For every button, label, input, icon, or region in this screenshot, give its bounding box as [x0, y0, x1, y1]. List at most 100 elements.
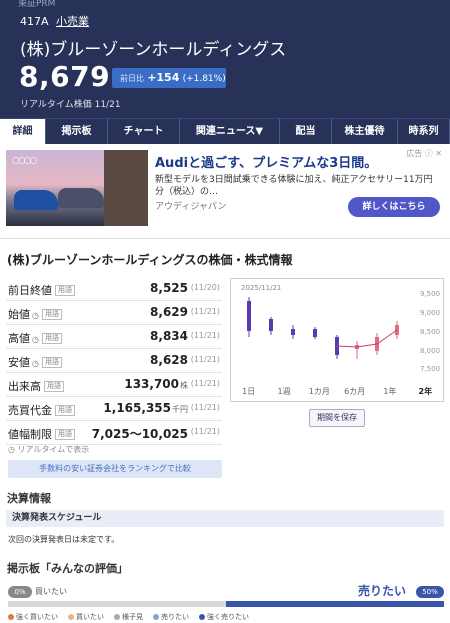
stat-date: (11/21): [190, 331, 220, 340]
stat-label: 高値 ◷ 用語: [8, 330, 62, 346]
legend-item: 売りたい: [153, 612, 189, 622]
price-chart[interactable]: 2025/11/21 9,500 9,000 8,500 8,000 7,500…: [230, 278, 444, 402]
stat-value: 8,525: [150, 281, 188, 295]
stat-date: (11/21): [190, 403, 220, 412]
tab-history[interactable]: 時系列: [398, 119, 450, 144]
change-percent: (+1.81%): [182, 74, 226, 84]
glossary-link[interactable]: 用語: [55, 285, 75, 296]
ad-cta-button[interactable]: 詳しくはこちら: [348, 197, 440, 217]
candle-body: [291, 329, 295, 335]
legend-dot-icon: [68, 614, 74, 620]
save-period-button[interactable]: 期間を保存: [309, 409, 365, 427]
realtime-date: 11/21: [94, 100, 121, 110]
period-1d[interactable]: 1日: [231, 383, 266, 401]
tab-yutai[interactable]: 株主優待: [332, 119, 398, 144]
y-tick-label: 8,500: [420, 328, 441, 336]
sell-percent-badge: 50%: [416, 586, 444, 598]
tab-chart[interactable]: チャート: [108, 119, 180, 144]
tab-detail[interactable]: 詳細: [0, 119, 46, 144]
clock-icon: ◷: [32, 335, 39, 344]
car-image: [58, 188, 104, 208]
y-tick-label: 7,500: [420, 365, 441, 373]
legend-item: 強く買いたい: [8, 612, 58, 622]
legend-item: 様子見: [114, 612, 143, 622]
tab-board[interactable]: 掲示板: [46, 119, 108, 144]
y-tick-label: 9,000: [420, 309, 441, 317]
stat-row: 始値 ◷ 用語 8,629 (11/21): [6, 301, 222, 325]
broker-ranking-button[interactable]: 手数料の安い証券会社をランキングで比較: [8, 460, 222, 478]
glossary-link[interactable]: 用語: [55, 429, 75, 440]
glossary-link[interactable]: 用語: [44, 381, 64, 392]
legend-dot-icon: [8, 614, 14, 620]
stat-row: 出来高 用語 133,700株 (11/21): [6, 373, 222, 397]
glossary-link[interactable]: 用語: [41, 333, 62, 344]
stat-row: 値幅制限 用語 7,025〜10,025 (11/21): [6, 421, 222, 445]
tab-dividend[interactable]: 配当: [280, 119, 332, 144]
stat-row: 安値 ◷ 用語 8,628 (11/21): [6, 349, 222, 373]
candle-body: [313, 329, 317, 337]
legend-dot-icon: [153, 614, 159, 620]
period-1m[interactable]: 1カ月: [302, 383, 337, 401]
clock-icon: ◷: [32, 311, 39, 320]
stat-value: 8,629: [150, 305, 188, 319]
stat-label: 値幅制限 用語: [8, 426, 75, 442]
stat-row: 高値 ◷ 用語 8,834 (11/21): [6, 325, 222, 349]
period-6m[interactable]: 6カ月: [337, 383, 372, 401]
ad-banner[interactable]: ○○○○ Audiと過ごす、プレミアムな3日間。 新型モデルを3日間試乗できる体…: [0, 144, 450, 239]
schedule-header: 決算発表スケジュール: [6, 510, 444, 527]
stat-date: (11/20): [190, 283, 220, 292]
stat-label: 出来高 用語: [8, 378, 64, 394]
code-row: 417A 小売業: [20, 13, 89, 29]
realtime-note: ◷ リアルタイムで表示: [8, 445, 90, 454]
change-badge: 前日比 +154 (+1.81%): [112, 68, 226, 88]
period-1y[interactable]: 1年: [372, 383, 407, 401]
section-title: (株)ブルーゾーンホールディングスの株価・株式情報: [7, 253, 293, 267]
stock-code: 417A: [20, 15, 49, 28]
change-label: 前日比: [120, 74, 144, 83]
ad-close-icon[interactable]: 広告 ⓘ ✕: [406, 148, 442, 159]
stat-label: 始値 ◷ 用語: [8, 306, 62, 322]
market-label: 東証PRM: [18, 0, 56, 8]
period-2y[interactable]: 2年: [408, 383, 443, 401]
stat-date: (11/21): [190, 355, 220, 364]
sentiment-legend: 強く買いたい 買いたい 様子見 売りたい 強く売りたい: [8, 612, 249, 622]
realtime-row: リアルタイム株価 11/21: [20, 97, 121, 110]
clock-icon: ◷: [8, 445, 18, 454]
stat-row: 売買代金 用語 1,165,355千円 (11/21): [6, 397, 222, 421]
glossary-link[interactable]: 用語: [41, 357, 62, 368]
board-title: 掲示板「みんなの評価」: [7, 562, 128, 575]
ad-description: 新型モデルを3日間試乗できる体験に加え、純正アクセサリー11万円分（税込）の…: [155, 175, 433, 197]
realtime-label: リアルタイム株価: [20, 100, 92, 110]
legend-dot-icon: [114, 614, 120, 620]
ad-title[interactable]: Audiと過ごす、プレミアムな3日間。: [155, 152, 377, 171]
schedule-note: 次回の決算発表日は未定です。: [8, 535, 120, 544]
buy-percent-badge: 0%: [8, 586, 32, 598]
stat-label: 前日終値 用語: [8, 282, 75, 298]
sector-link[interactable]: 小売業: [56, 15, 89, 28]
stat-label: 安値 ◷ 用語: [8, 354, 62, 370]
period-1w[interactable]: 1週: [266, 383, 301, 401]
glossary-link[interactable]: 用語: [55, 405, 75, 416]
clock-icon: ◷: [32, 359, 39, 368]
audi-logo-icon: ○○○○: [12, 156, 37, 166]
stat-date: (11/21): [190, 427, 220, 436]
settlement-title: 決算情報: [7, 492, 51, 505]
legend-dot-icon: [199, 614, 205, 620]
sell-label: 売りたい: [358, 584, 407, 598]
buy-label: 買いたい: [35, 587, 67, 596]
stat-value: 133,700株: [124, 377, 188, 391]
glossary-link[interactable]: 用語: [41, 309, 62, 320]
tab-news[interactable]: 関連ニュース▼: [180, 119, 280, 144]
moving-average-line: [336, 329, 398, 348]
car-image: [14, 190, 58, 210]
stat-value: 1,165,355千円: [103, 401, 188, 415]
period-selector: 1日 1週 1カ月 6カ月 1年 2年: [231, 383, 443, 401]
legend-item: 買いたい: [68, 612, 104, 622]
stat-value: 8,628: [150, 353, 188, 367]
ad-image-interior[interactable]: [104, 150, 148, 226]
tab-bar: 詳細 掲示板 チャート 関連ニュース▼ 配当 株主優待 時系列: [0, 118, 450, 144]
candle-body: [269, 319, 273, 331]
y-tick-label: 8,000: [420, 347, 441, 355]
change-value: +154: [147, 71, 180, 84]
y-tick-label: 9,500: [420, 290, 441, 298]
